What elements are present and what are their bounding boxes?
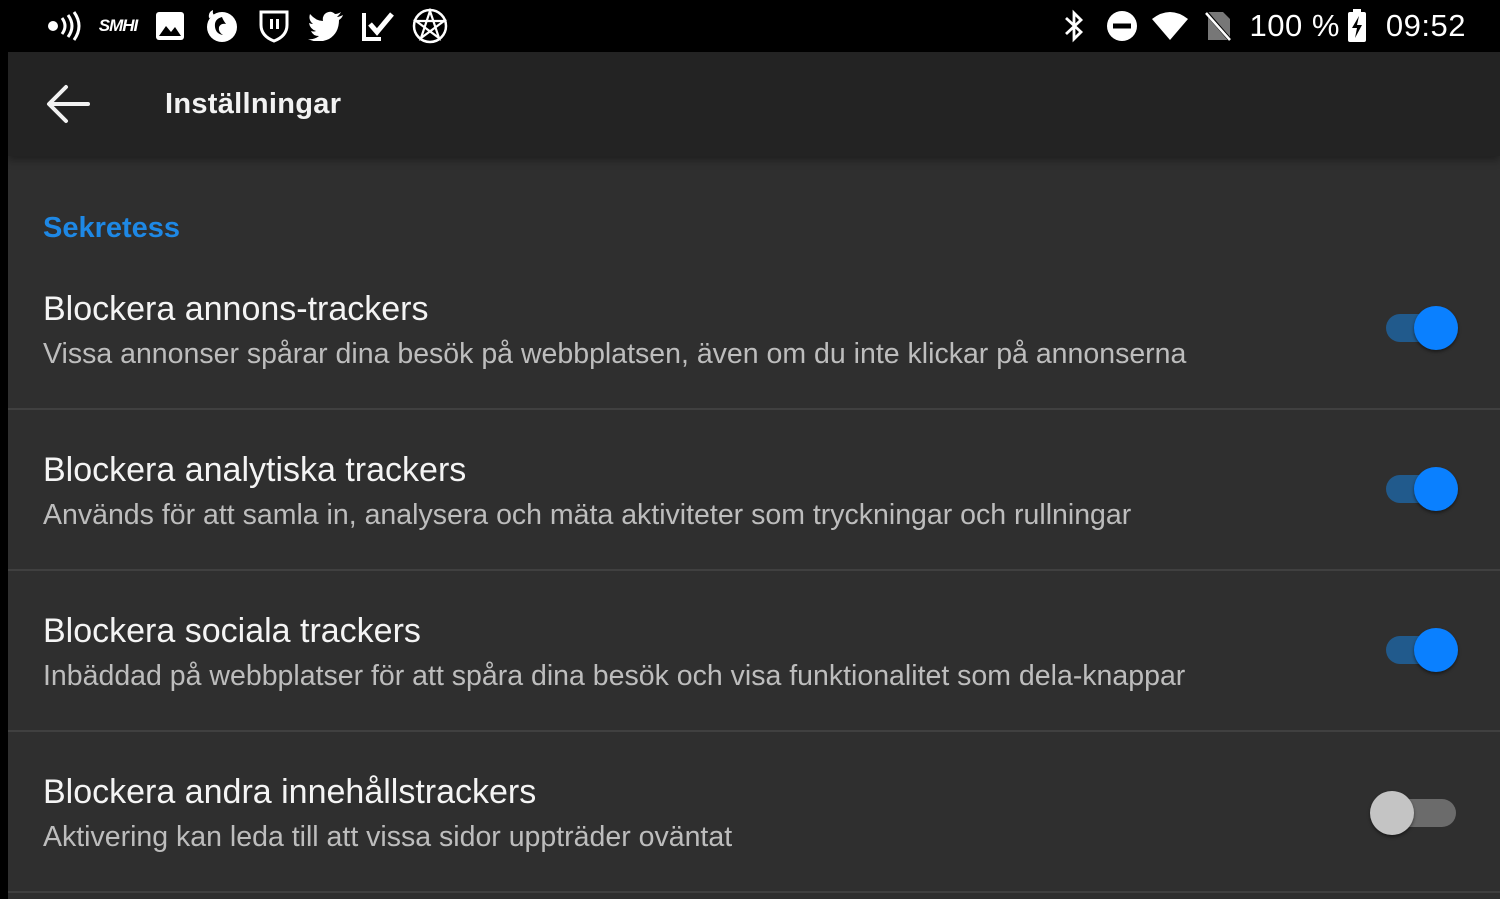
image-icon: [144, 0, 196, 52]
setting-row-content-trackers[interactable]: Blockera andra innehållstrackers Aktiver…: [8, 733, 1500, 893]
toggle-ad-trackers[interactable]: [1384, 304, 1460, 352]
page-title: Inställningar: [165, 88, 342, 120]
arrow-left-icon: [47, 85, 90, 123]
setting-summary: Inbäddad på webbplatser för att spåra di…: [43, 660, 1186, 692]
bluetooth-icon: [1050, 0, 1098, 52]
setting-summary: Vissa annonser spårar dina besök på webb…: [43, 338, 1187, 370]
switch-thumb: [1370, 791, 1414, 835]
back-button[interactable]: [36, 74, 100, 134]
toolbar: Inställningar: [8, 52, 1500, 156]
status-bar: SMHI 100 % 09:52: [0, 0, 1500, 52]
setting-title: Blockera analytiska trackers: [43, 451, 467, 489]
checkmark-app-icon: [352, 0, 404, 52]
do-not-disturb-icon: [1098, 0, 1146, 52]
firefox-icon: [196, 0, 248, 52]
clock: 09:52: [1385, 8, 1466, 43]
battery-charging-icon: [1346, 0, 1368, 52]
battery-percent: 100 %: [1249, 8, 1340, 43]
twitter-icon: [300, 0, 352, 52]
toggle-social-trackers[interactable]: [1384, 626, 1460, 674]
pentagram-icon: [404, 0, 456, 52]
setting-title: Blockera andra innehållstrackers: [43, 773, 537, 811]
wifi-icon: [1146, 0, 1194, 52]
settings-screen: Inställningar Sekretess Blockera annons-…: [8, 52, 1500, 899]
setting-summary: Används för att samla in, analysera och …: [43, 499, 1132, 531]
toggle-content-trackers[interactable]: [1370, 789, 1460, 837]
setting-row-social-trackers[interactable]: Blockera sociala trackers Inbäddad på we…: [8, 572, 1500, 732]
nfc-signal-icon: [40, 0, 92, 52]
switch-thumb: [1414, 628, 1458, 672]
shield-icon: [248, 0, 300, 52]
smhi-icon: SMHI: [92, 0, 144, 52]
setting-summary: Aktivering kan leda till att vissa sidor…: [43, 821, 733, 853]
system-status-icons: 100 % 09:52: [1050, 0, 1466, 52]
setting-title: Blockera sociala trackers: [43, 612, 421, 650]
switch-thumb: [1414, 467, 1458, 511]
toggle-analytics-trackers[interactable]: [1384, 465, 1460, 513]
notification-icons: SMHI: [40, 0, 456, 52]
no-sim-icon: [1194, 0, 1242, 52]
switch-thumb: [1414, 306, 1458, 350]
setting-title: Blockera annons-trackers: [43, 290, 429, 328]
setting-row-ad-trackers[interactable]: Blockera annons-trackers Vissa annonser …: [8, 250, 1500, 410]
section-header-sekretess: Sekretess: [43, 212, 181, 244]
setting-row-analytics-trackers[interactable]: Blockera analytiska trackers Används för…: [8, 411, 1500, 571]
smhi-icon-label: SMHI: [98, 16, 138, 35]
